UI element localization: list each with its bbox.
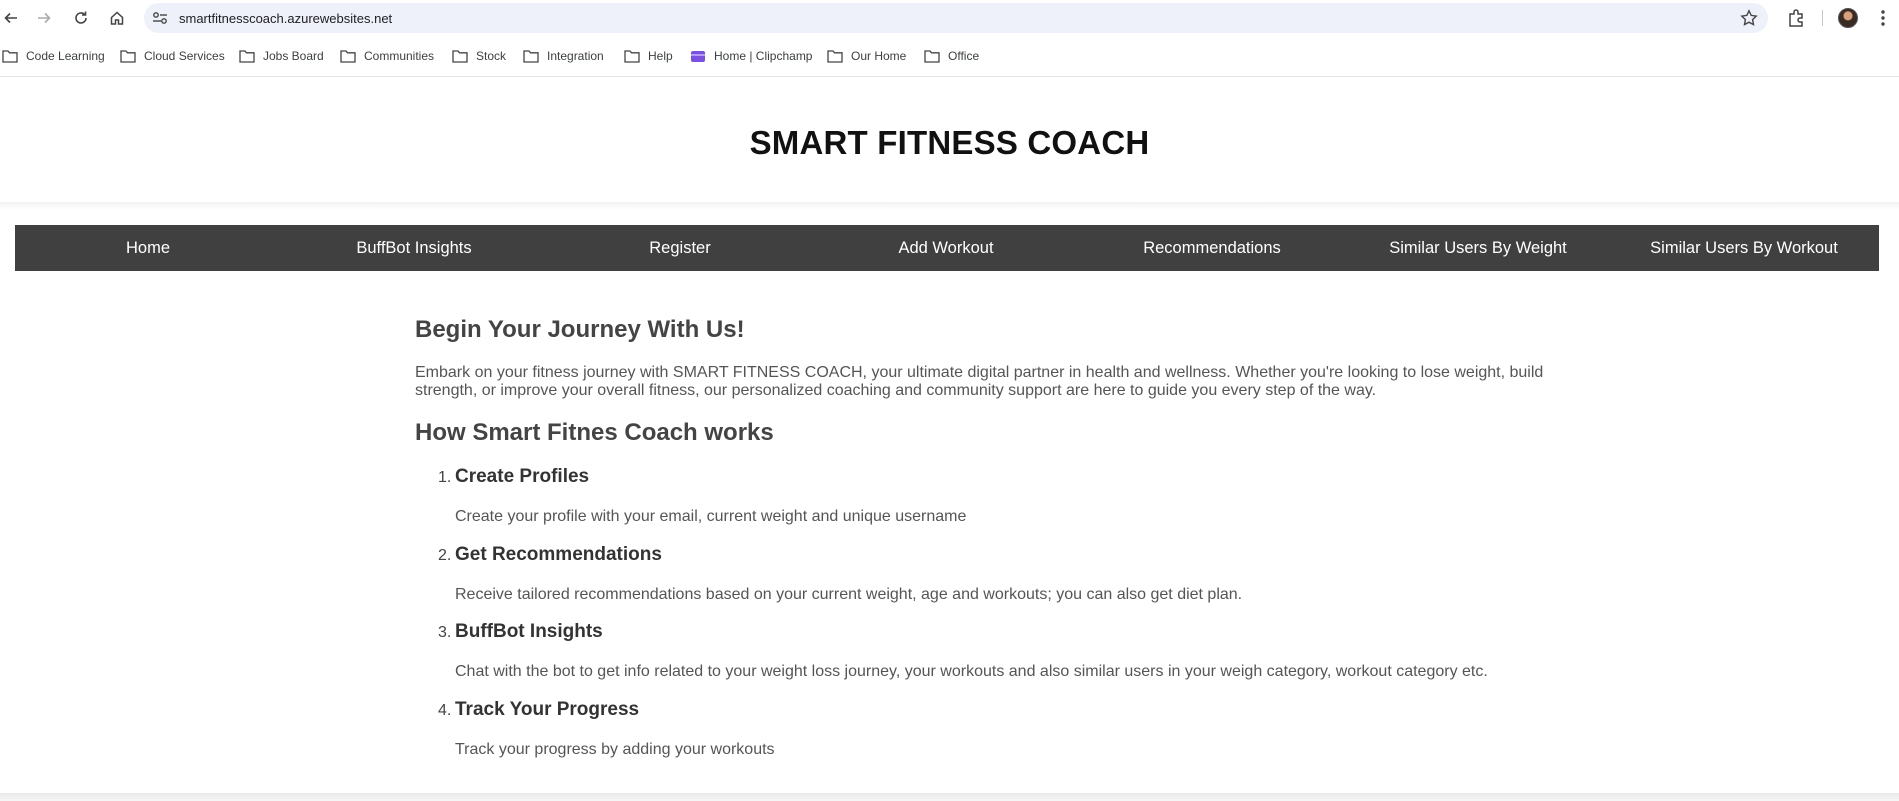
- folder-icon: [452, 50, 468, 63]
- folder-icon: [924, 50, 940, 63]
- bookmark-label: Code Learning: [26, 49, 105, 63]
- bookmark-cloud-services[interactable]: Cloud Services: [120, 44, 225, 68]
- chrome-divider: [0, 76, 1899, 77]
- more-menu-icon[interactable]: [1873, 8, 1893, 28]
- how-heading: How Smart Fitnes Coach works: [415, 419, 774, 446]
- step-text: Create your profile with your email, cur…: [455, 508, 967, 525]
- step-number: 1.: [438, 469, 452, 486]
- bookmark-clipchamp[interactable]: Home | Clipchamp: [690, 44, 812, 68]
- bookmark-label: Communities: [364, 49, 435, 63]
- bookmark-label: Jobs Board: [263, 49, 324, 63]
- bookmark-integration[interactable]: Integration: [523, 44, 604, 68]
- step-number: 4.: [438, 702, 452, 719]
- nav-similar-users-by-weight[interactable]: Similar Users By Weight: [1345, 225, 1611, 271]
- bookmark-label: Office: [948, 49, 980, 63]
- nav-similar-users-by-workout[interactable]: Similar Users By Workout: [1611, 225, 1877, 271]
- step-title: Get Recommendations: [455, 544, 662, 565]
- folder-icon: [120, 50, 136, 63]
- folder-icon: [2, 50, 18, 63]
- folder-icon: [523, 50, 539, 63]
- browser-toolbar: smartfitnesscoach.azurewebsites.net: [0, 0, 1899, 36]
- nav-home[interactable]: Home: [15, 225, 281, 271]
- nav-add-workout[interactable]: Add Workout: [813, 225, 1079, 271]
- bookmark-office[interactable]: Office: [924, 44, 979, 68]
- bookmark-label: Home | Clipchamp: [714, 49, 813, 63]
- folder-icon: [340, 50, 356, 63]
- step-title: Create Profiles: [455, 466, 590, 487]
- extensions-icon[interactable]: [1786, 8, 1806, 28]
- bookmarks-bar: Code Learning Cloud Services Jobs Board …: [0, 44, 1899, 68]
- folder-icon: [827, 50, 843, 63]
- step-text: Chat with the bot to get info related to…: [455, 663, 1488, 680]
- step-text: Track your progress by adding your worko…: [455, 741, 775, 758]
- folder-icon: [624, 50, 640, 63]
- bookmark-code-learning[interactable]: Code Learning: [2, 44, 105, 68]
- bookmark-our-home[interactable]: Our Home: [827, 44, 906, 68]
- address-bar[interactable]: smartfitnesscoach.azurewebsites.net: [144, 3, 1768, 33]
- nav-register[interactable]: Register: [547, 225, 813, 271]
- forward-arrow-icon[interactable]: [33, 7, 55, 29]
- bookmark-label: Integration: [547, 49, 604, 63]
- back-arrow-icon[interactable]: [0, 7, 22, 29]
- main-nav: Home BuffBot Insights Register Add Worko…: [15, 225, 1879, 271]
- toolbar-divider: [1822, 10, 1823, 26]
- bookmark-label: Cloud Services: [144, 49, 225, 63]
- step-text: Receive tailored recommendations based o…: [455, 586, 1243, 603]
- step-title: Track Your Progress: [455, 699, 640, 720]
- bookmark-label: Stock: [476, 49, 507, 63]
- bookmark-jobs-board[interactable]: Jobs Board: [239, 44, 324, 68]
- step-number: 2.: [438, 547, 452, 564]
- journey-heading: Begin Your Journey With Us!: [415, 316, 745, 343]
- clipchamp-icon: [691, 51, 705, 62]
- bookmark-communities[interactable]: Communities: [340, 44, 434, 68]
- url-text[interactable]: smartfitnesscoach.azurewebsites.net: [179, 11, 392, 26]
- profile-avatar[interactable]: [1838, 8, 1858, 28]
- bookmark-help[interactable]: Help: [624, 44, 673, 68]
- bookmark-star-icon[interactable]: [1740, 9, 1758, 27]
- step-number: 3.: [438, 624, 452, 641]
- site-title: SMART FITNESS COACH: [749, 124, 1150, 161]
- site-info-icon[interactable]: [152, 11, 168, 25]
- step-title: BuffBot Insights: [455, 621, 603, 642]
- bookmark-label: Our Home: [851, 49, 907, 63]
- bookmark-stock[interactable]: Stock: [452, 44, 506, 68]
- reload-icon[interactable]: [70, 7, 92, 29]
- nav-buffbot-insights[interactable]: BuffBot Insights: [281, 225, 547, 271]
- header-shadow: [0, 202, 1899, 210]
- journey-text: Embark on your fitness journey with SMAR…: [415, 364, 1544, 399]
- home-icon[interactable]: [106, 7, 128, 29]
- footer-shadow: [0, 793, 1899, 801]
- bookmark-label: Help: [648, 49, 673, 63]
- nav-recommendations[interactable]: Recommendations: [1079, 225, 1345, 271]
- folder-icon: [239, 50, 255, 63]
